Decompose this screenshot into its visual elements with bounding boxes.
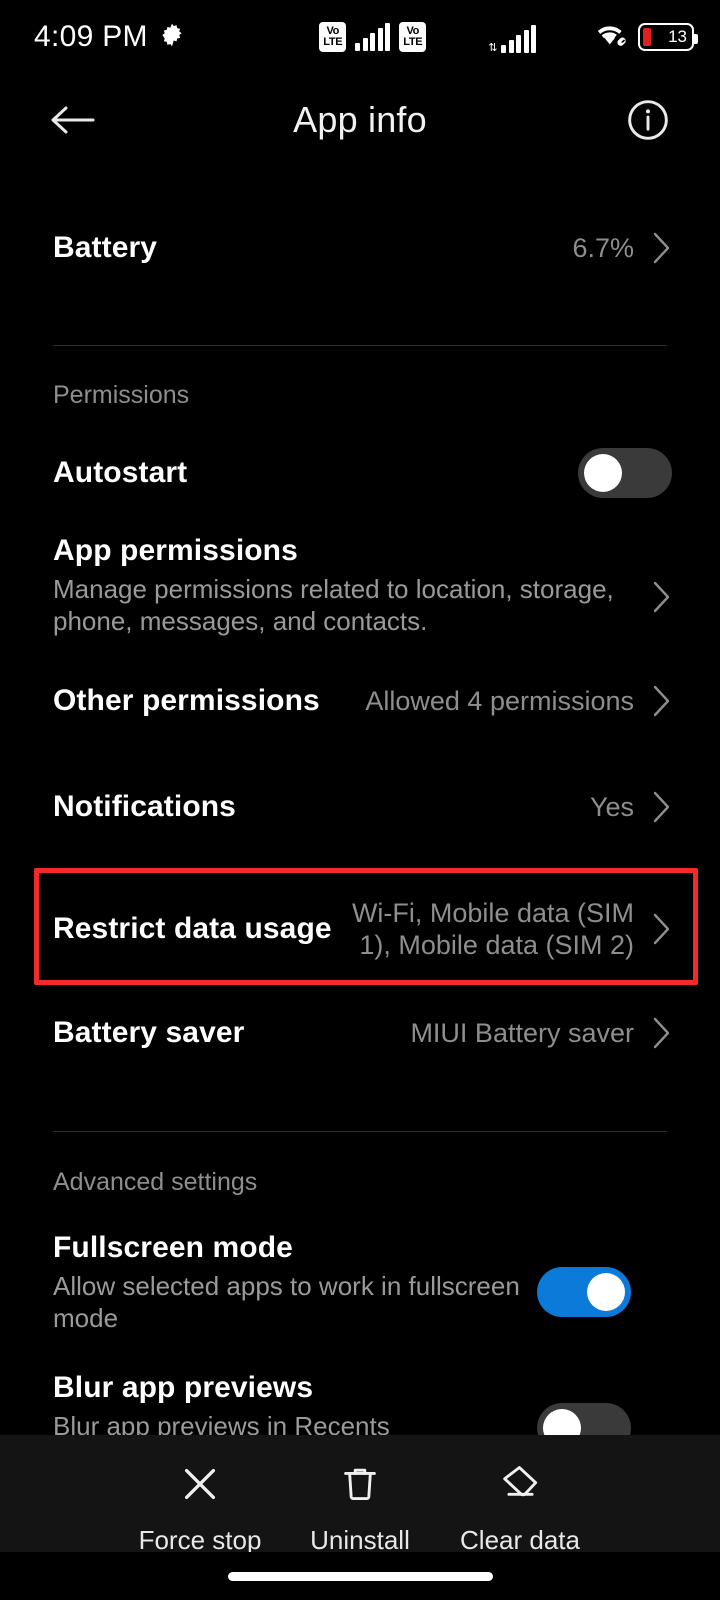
section-header-permissions: Permissions [53,381,190,409]
row-blur-app-previews-sub: Blur app previews in Recents [53,1410,390,1435]
data-arrows-icon: ⇅ [488,42,498,54]
row-battery-label: Battery [53,231,158,264]
trash-icon [337,1461,383,1512]
gear-icon [159,22,185,53]
row-other-permissions[interactable]: Other permissions Allowed 4 permissions [0,665,720,737]
wifi-icon [593,20,629,55]
chevron-right-icon [650,790,672,824]
info-circle-icon[interactable] [624,96,672,144]
fullscreen-mode-toggle[interactable] [537,1267,631,1318]
row-battery-saver-value: MIUI Battery saver [410,1017,634,1048]
status-clock: 4:09 PM [34,20,148,53]
row-autostart[interactable]: Autostart [0,434,720,512]
network-4g-icon: 4G ⇅ [435,21,584,54]
row-restrict-data-usage-label: Restrict data usage [53,912,332,946]
section-header-advanced: Advanced settings [53,1168,258,1197]
home-indicator[interactable] [227,1571,493,1581]
row-fullscreen-mode[interactable]: Fullscreen mode Allow selected apps to w… [0,1223,720,1334]
navigation-bar [0,1552,720,1600]
close-x-icon [177,1461,223,1512]
row-app-permissions[interactable]: App permissions Manage permissions relat… [0,524,720,637]
status-bar-left: 4:09 PM [34,20,185,54]
app-bar: App info [0,74,720,166]
chevron-right-icon [650,912,672,946]
blur-app-previews-toggle[interactable] [537,1402,631,1435]
row-fullscreen-mode-label: Fullscreen mode [53,1231,293,1265]
volte-sim1-icon: Vo LTE [319,22,347,52]
battery-icon: 13 [638,23,698,51]
signal-bars-sim1-icon [355,23,391,51]
row-restrict-data-usage[interactable]: Restrict data usage Wi-Fi, Mobile data (… [0,877,720,981]
row-battery-saver[interactable]: Battery saver MIUI Battery saver [0,997,720,1069]
app-info-screen: 4:09 PM Vo LTE Vo LTE 4G [0,0,720,1600]
autostart-toggle[interactable] [578,448,672,498]
status-bar-right: Vo LTE Vo LTE 4G ⇅ [319,20,698,55]
chevron-right-icon [650,231,672,265]
volte-sim2-icon: Vo LTE [399,22,427,52]
uninstall-button[interactable]: Uninstall [280,1461,440,1556]
signal-bars-sim2-icon [501,25,536,53]
row-battery-saver-label: Battery saver [53,1016,245,1050]
row-fullscreen-mode-sub: Allow selected apps to work in fullscree… [53,1271,520,1334]
row-app-permissions-label: App permissions [53,534,298,567]
row-blur-app-previews-label: Blur app previews [53,1370,314,1404]
row-notifications[interactable]: Notifications Yes [0,771,720,843]
page-title: App info [293,99,427,140]
row-restrict-data-usage-value: Wi-Fi, Mobile data (SIM 1), Mobile data … [351,897,634,961]
status-bar: 4:09 PM Vo LTE Vo LTE 4G [0,0,720,74]
row-blur-app-previews[interactable]: Blur app previews Blur app previews in R… [0,1363,720,1435]
row-battery[interactable]: Battery 6.7% [0,212,720,284]
row-autostart-label: Autostart [53,456,188,489]
row-other-permissions-label: Other permissions [53,684,320,718]
settings-list[interactable]: Battery 6.7% Permissions Autostart App p… [0,166,720,1435]
row-app-permissions-sub: Manage permissions related to location, … [53,574,614,636]
force-stop-button[interactable]: Force stop [120,1461,280,1556]
eraser-icon [497,1461,543,1512]
row-other-permissions-value: Allowed 4 permissions [365,685,634,716]
clear-data-button[interactable]: Clear data [440,1461,600,1556]
row-notifications-value: Yes [589,791,634,822]
row-notifications-label: Notifications [53,790,236,824]
row-battery-value: 6.7% [572,232,634,263]
chevron-right-icon [650,684,672,718]
chevron-right-icon [650,580,672,614]
chevron-right-icon [650,1016,672,1050]
back-arrow-icon[interactable] [46,94,98,146]
